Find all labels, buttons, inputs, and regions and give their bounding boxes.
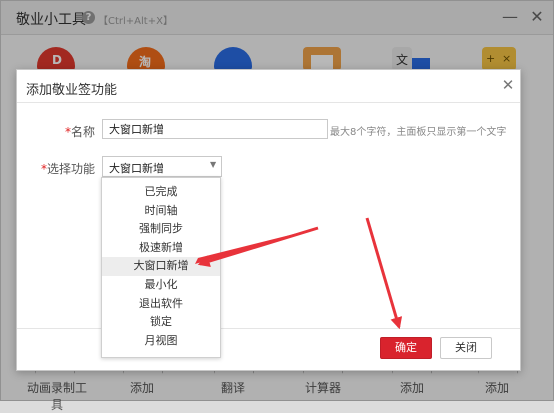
dialog-header: 添加敬业签功能 ✕	[17, 70, 520, 103]
name-input[interactable]	[102, 119, 328, 139]
dropdown-option[interactable]: 月视图	[102, 332, 220, 351]
dialog-title: 添加敬业签功能	[26, 83, 118, 98]
function-select-value: 大窗口新增	[109, 162, 164, 175]
name-hint: 最大8个字符，主面板只显示第一个文字	[330, 127, 507, 138]
dropdown-option[interactable]: 极速新增	[102, 239, 220, 258]
dialog-close-icon[interactable]: ✕	[499, 76, 517, 94]
dropdown-option[interactable]: 锁定	[102, 313, 220, 332]
function-select[interactable]: 大窗口新增 ▼	[102, 156, 222, 177]
close-button[interactable]: 关闭	[440, 337, 492, 359]
function-label-wrap: *选择功能	[25, 160, 95, 177]
dropdown-option[interactable]: 最小化	[102, 276, 220, 295]
name-label-wrap: *名称	[25, 123, 95, 140]
dropdown-option[interactable]: 时间轴	[102, 202, 220, 221]
dropdown-option[interactable]: 已完成	[102, 183, 220, 202]
chevron-down-icon: ▼	[210, 160, 217, 169]
dropdown-option-selected[interactable]: 大窗口新增	[102, 257, 220, 276]
function-label: 选择功能	[46, 162, 95, 176]
name-label: 名称	[70, 125, 95, 139]
function-dropdown: 已完成 时间轴 强制同步 极速新增 大窗口新增 最小化 退出软件 锁定 月视图	[101, 177, 221, 358]
dropdown-option[interactable]: 强制同步	[102, 220, 220, 239]
dropdown-option[interactable]: 退出软件	[102, 295, 220, 314]
confirm-button[interactable]: 确定	[380, 337, 432, 359]
add-function-dialog: 添加敬业签功能 ✕ *名称 最大8个字符，主面板只显示第一个文字 *选择功能 大…	[16, 69, 521, 371]
footer-divider	[17, 328, 520, 329]
